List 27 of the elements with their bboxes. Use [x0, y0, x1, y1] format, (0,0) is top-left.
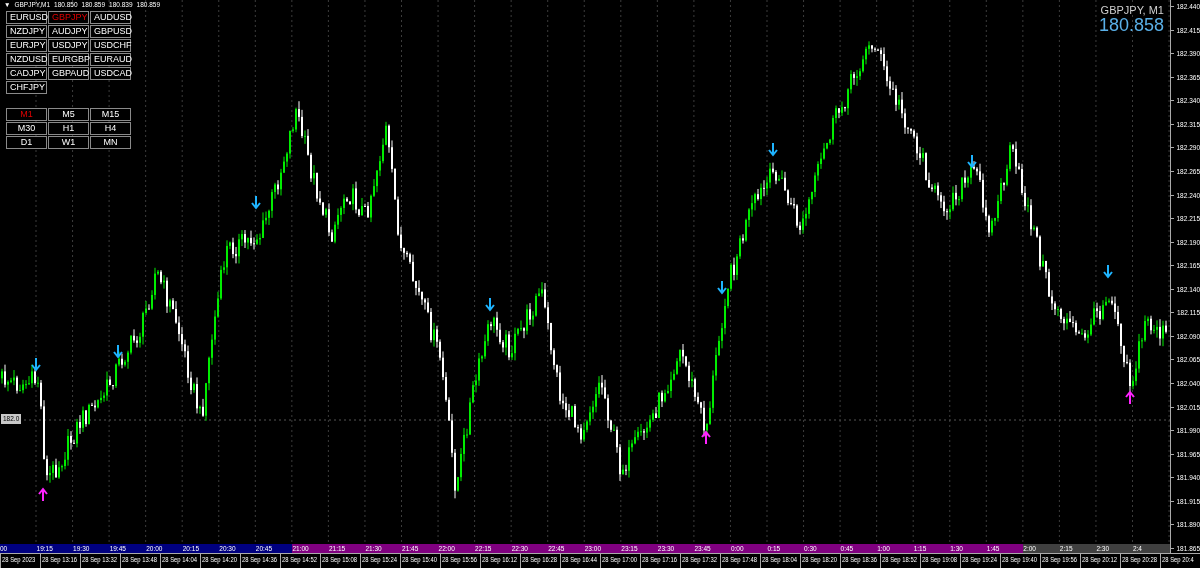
timeframe-button[interactable]: M30	[6, 122, 47, 135]
symbol-button[interactable]: GBPUSD	[90, 25, 131, 38]
symbol-button[interactable]: EURAUD	[90, 53, 131, 66]
symbol-button[interactable]: NZDUSD	[6, 53, 47, 66]
symbol-button[interactable]: EURGBP	[48, 53, 89, 66]
timeframe-button[interactable]: M1	[6, 108, 47, 121]
timeframe-button[interactable]: MN	[90, 136, 131, 149]
timeframe-button[interactable]: H4	[90, 122, 131, 135]
timeframe-button[interactable]: D1	[6, 136, 47, 149]
symbol-button[interactable]: USDJPY	[48, 39, 89, 52]
symbol-button[interactable]: EURJPY	[6, 39, 47, 52]
symbol-button[interactable]: CHFJPY	[6, 81, 47, 94]
symbol-button[interactable]: AUDUSD	[90, 11, 131, 24]
symbol-button[interactable]: USDCAD	[90, 67, 131, 80]
timeframe-button[interactable]: M15	[90, 108, 131, 121]
symbol-button[interactable]: NZDJPY	[6, 25, 47, 38]
symbol-button[interactable]: GBPAUD	[48, 67, 89, 80]
timeframe-button[interactable]: M5	[48, 108, 89, 121]
symbol-button[interactable]: EURUSD	[6, 11, 47, 24]
current-price: 180.858	[1098, 16, 1164, 35]
symbol-button[interactable]: AUDJPY	[48, 25, 89, 38]
timeframe-button[interactable]: W1	[48, 136, 89, 149]
symbol-button[interactable]: GBPJPY	[48, 11, 89, 24]
chart-title: GBPJPY, M1	[1100, 4, 1164, 16]
timeframe-button[interactable]: H1	[48, 122, 89, 135]
symbol-button[interactable]: USDCHF	[90, 39, 131, 52]
symbol-button[interactable]: CADJPY	[6, 67, 47, 80]
